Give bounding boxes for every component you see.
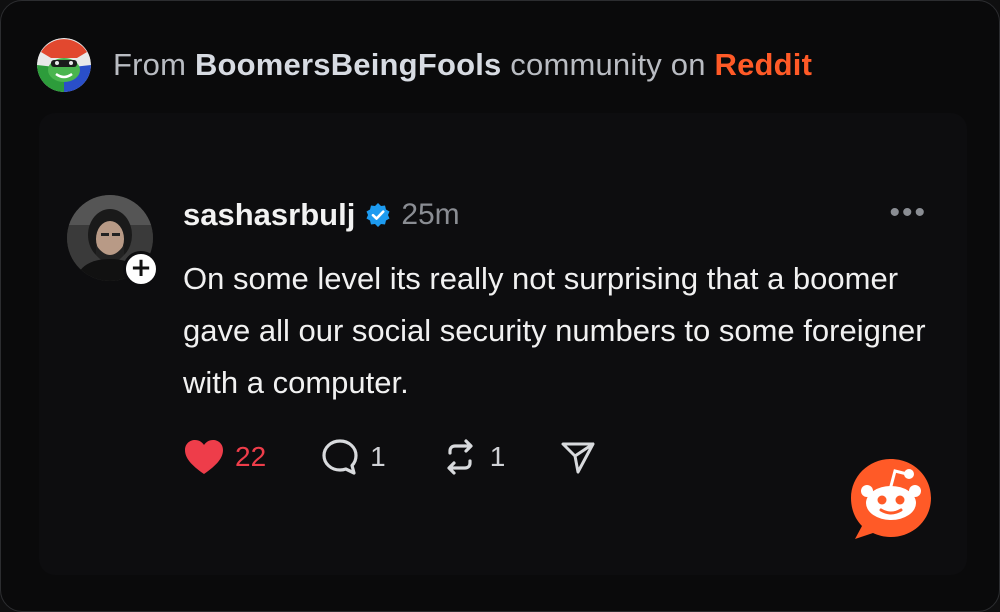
username[interactable]: sashasrbulj <box>183 197 355 233</box>
community-avatar-icon[interactable] <box>37 38 91 92</box>
share-card: From BoomersBeingFools community on Redd… <box>0 0 1000 612</box>
reply-count: 1 <box>370 441 386 472</box>
post-meta: sashasrbulj 25m <box>183 197 460 233</box>
post-timestamp: 25m <box>401 198 460 231</box>
follow-button[interactable]: + <box>123 251 159 287</box>
comment-bubble-icon <box>322 439 358 475</box>
source-header: From BoomersBeingFools community on Redd… <box>37 37 812 93</box>
reddit-logo-icon[interactable] <box>845 453 937 545</box>
post: + sashasrbulj 25m ••• On some level its … <box>39 113 967 575</box>
send-icon <box>561 442 595 474</box>
community-name-link[interactable]: BoomersBeingFools <box>195 47 502 82</box>
source-prefix: From <box>113 47 195 82</box>
reddit-brand-link[interactable]: Reddit <box>714 47 812 82</box>
heart-icon <box>185 440 223 474</box>
like-count: 22 <box>235 441 267 472</box>
post-container: + sashasrbulj 25m ••• On some level its … <box>39 113 967 575</box>
verified-badge-icon <box>366 203 390 227</box>
reply-button[interactable]: 1 <box>320 437 386 477</box>
share-button[interactable] <box>559 438 597 476</box>
repost-icon <box>447 439 473 475</box>
post-actions: 22 1 1 <box>183 435 651 479</box>
source-middle: community on <box>501 47 715 82</box>
more-options-icon[interactable]: ••• <box>889 198 927 228</box>
post-text: On some level its really not surprising … <box>183 261 926 400</box>
repost-count: 1 <box>489 441 506 472</box>
repost-button[interactable]: 1 <box>440 437 506 477</box>
source-text: From BoomersBeingFools community on Redd… <box>113 47 812 83</box>
like-button[interactable]: 22 <box>183 438 266 476</box>
